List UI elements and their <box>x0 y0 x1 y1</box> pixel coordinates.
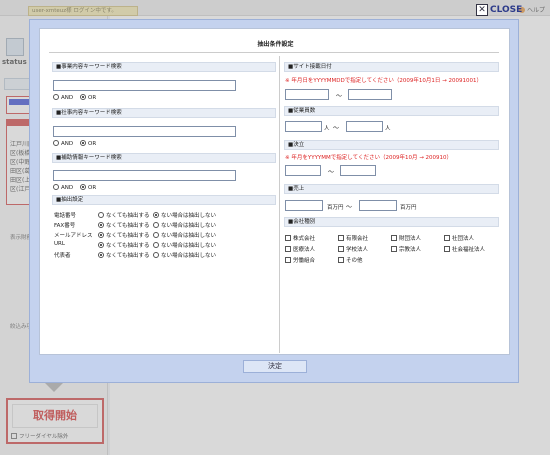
employees-unit: 人 <box>324 126 330 132</box>
extract-settings-modal: 抽出条件設定 ■事業内容キーワード検索 AND OR ■社事内容キーワード検索 … <box>29 19 519 383</box>
company-and-option[interactable]: AND <box>53 140 73 147</box>
update-date-note: ※ 年月日をYYYYMMDDで指定してください（2009年10月1日 → 200… <box>285 78 483 84</box>
company-type-option[interactable]: 学校法人 <box>338 245 368 253</box>
modal-panel: 抽出条件設定 ■事業内容キーワード検索 AND OR ■社事内容キーワード検索 … <box>39 28 510 355</box>
business-and-option[interactable]: AND <box>53 94 73 101</box>
company-keyword-heading: ■社事内容キーワード検索 <box>52 108 276 118</box>
radio-icon[interactable] <box>153 212 159 218</box>
update-date-tilde: ～ <box>336 93 343 100</box>
settlement-note: ※ 年月をYYYYMMで指定してください（2009年10月 → 200910） <box>285 155 453 161</box>
checkbox-icon[interactable] <box>285 235 291 241</box>
update-date-from[interactable] <box>285 89 329 100</box>
extract-row-label: 電話番号 <box>54 213 77 219</box>
modal-title: 抽出条件設定 <box>257 41 294 48</box>
company-type-option[interactable]: 社団法人 <box>444 234 474 242</box>
radio-icon[interactable] <box>53 140 59 146</box>
radio-icon[interactable] <box>53 184 59 190</box>
checkbox-icon[interactable] <box>444 246 450 252</box>
employees-tilde: ～ <box>333 125 340 132</box>
business-keyword-heading: ■事業内容キーワード検索 <box>52 62 276 72</box>
detail-or-option[interactable]: OR <box>80 184 96 191</box>
close-button[interactable]: ✕ CLOSE <box>476 4 523 18</box>
company-type-option[interactable]: 財団法人 <box>391 234 421 242</box>
extract-rep-option-b[interactable]: ない場合は抽出しない <box>153 251 216 259</box>
company-type-option[interactable]: 社会福祉法人 <box>444 245 485 253</box>
extract-rep-option-a[interactable]: なくても抽出する <box>98 251 150 259</box>
company-type-option[interactable]: 労働組合 <box>285 256 315 264</box>
settlement-from[interactable] <box>285 165 321 176</box>
radio-icon[interactable] <box>98 232 104 238</box>
radio-icon[interactable] <box>80 140 86 146</box>
sales-heading: ■売上 <box>284 184 499 194</box>
employees-to[interactable] <box>346 121 383 132</box>
company-type-option[interactable]: 有限会社 <box>338 234 368 242</box>
radio-icon[interactable] <box>153 252 159 258</box>
update-date-to[interactable] <box>348 89 392 100</box>
extract-mail-option-b[interactable]: ない場合は抽出しない <box>153 231 216 239</box>
company-keyword-input[interactable] <box>53 126 236 137</box>
settlement-tilde: ～ <box>328 169 335 176</box>
business-or-option[interactable]: OR <box>80 94 96 101</box>
radio-icon[interactable] <box>98 252 104 258</box>
extract-row-label: 代表者 <box>54 253 71 259</box>
update-date-heading: ■サイト接載日付 <box>284 62 499 72</box>
radio-icon[interactable] <box>53 94 59 100</box>
employees-unit-to: 人 <box>385 126 391 132</box>
sales-to[interactable] <box>359 200 397 211</box>
extract-url-option-a[interactable]: なくても抽出する <box>98 241 150 249</box>
extract-phone-option-b[interactable]: ない場合は抽出しない <box>153 211 216 219</box>
radio-icon[interactable] <box>98 222 104 228</box>
extract-url-option-b[interactable]: ない場合は抽出しない <box>153 241 216 249</box>
company-type-option[interactable]: 医療法人 <box>285 245 315 253</box>
extract-phone-option-a[interactable]: なくても抽出する <box>98 211 150 219</box>
sales-from[interactable] <box>285 200 323 211</box>
radio-icon[interactable] <box>98 242 104 248</box>
business-keyword-input[interactable] <box>53 80 236 91</box>
employees-from[interactable] <box>285 121 322 132</box>
radio-icon[interactable] <box>153 232 159 238</box>
extract-fax-option-a[interactable]: なくても抽出する <box>98 221 150 229</box>
checkbox-icon[interactable] <box>444 235 450 241</box>
checkbox-icon[interactable] <box>285 246 291 252</box>
checkbox-icon[interactable] <box>338 246 344 252</box>
extract-row-label: FAX番号 <box>54 223 76 229</box>
company-type-heading: ■会社種別 <box>284 217 499 227</box>
sales-tilde: ～ <box>346 204 353 211</box>
decide-button[interactable]: 決定 <box>243 360 307 373</box>
radio-icon[interactable] <box>80 184 86 190</box>
detail-keyword-input[interactable] <box>53 170 236 181</box>
checkbox-icon[interactable] <box>391 246 397 252</box>
radio-icon[interactable] <box>153 242 159 248</box>
radio-icon[interactable] <box>80 94 86 100</box>
close-icon: ✕ <box>476 4 488 16</box>
employees-heading: ■従業員数 <box>284 106 499 116</box>
close-label: CLOSE <box>490 5 523 15</box>
company-or-option[interactable]: OR <box>80 140 96 147</box>
radio-icon[interactable] <box>153 222 159 228</box>
checkbox-icon[interactable] <box>338 257 344 263</box>
checkbox-icon[interactable] <box>391 235 397 241</box>
detail-and-option[interactable]: AND <box>53 184 73 191</box>
checkbox-icon[interactable] <box>338 235 344 241</box>
sales-unit: 百万円 <box>327 205 344 211</box>
extract-settings-heading: ■抽出設定 <box>52 195 276 205</box>
radio-icon[interactable] <box>98 212 104 218</box>
extract-row-label: メールアドレス <box>54 233 93 239</box>
column-divider <box>279 56 280 353</box>
company-type-option[interactable]: その他 <box>338 256 363 264</box>
settlement-to[interactable] <box>340 165 376 176</box>
detail-keyword-heading: ■補助情報キーワード検索 <box>52 153 276 163</box>
checkbox-icon[interactable] <box>285 257 291 263</box>
company-type-option[interactable]: 宗教法人 <box>391 245 421 253</box>
company-type-option[interactable]: 株式会社 <box>285 234 315 242</box>
extract-mail-option-a[interactable]: なくても抽出する <box>98 231 150 239</box>
extract-row-label: URL <box>54 241 65 247</box>
settlement-heading: ■決立 <box>284 140 499 150</box>
extract-fax-option-b[interactable]: ない場合は抽出しない <box>153 221 216 229</box>
sales-unit-to: 百万円 <box>400 205 417 211</box>
